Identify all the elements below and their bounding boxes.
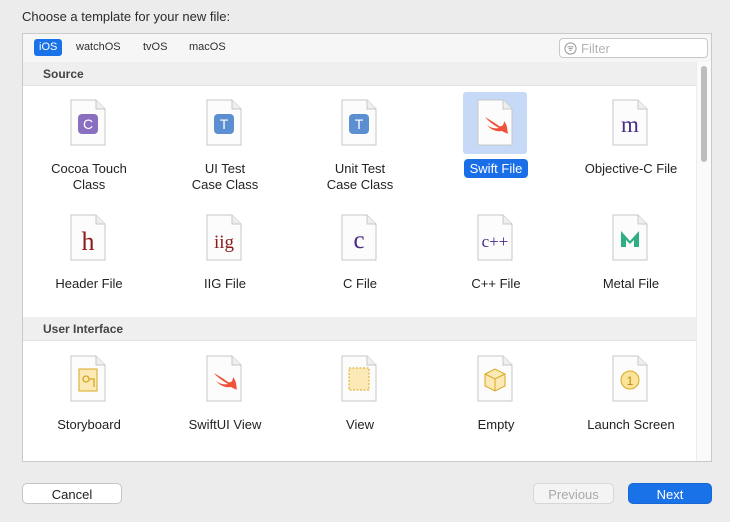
storyboard-icon <box>70 355 106 402</box>
svg-text:c: c <box>353 227 364 254</box>
filter-icon <box>564 42 577 55</box>
previous-button[interactable]: Previous <box>533 483 614 504</box>
unit-test-case-class-icon: T <box>341 99 377 146</box>
svg-text:c++: c++ <box>482 232 509 251</box>
template-item-view[interactable]: View <box>305 348 415 448</box>
template-label: C File <box>343 276 377 291</box>
template-item-empty[interactable]: Empty <box>441 348 551 448</box>
template-label: Metal File <box>602 276 660 291</box>
next-button[interactable]: Next <box>628 483 712 504</box>
template-label: Cocoa Touch Class <box>51 161 127 192</box>
tab-tvos[interactable]: tvOS <box>138 39 172 56</box>
template-item-cpp-file[interactable]: c++ C++ File <box>441 207 551 307</box>
empty-icon <box>477 355 513 402</box>
template-label: Launch Screen <box>587 417 675 432</box>
metal-file-icon <box>612 214 648 261</box>
dialog-heading: Choose a template for your new file: <box>22 9 231 24</box>
template-item-metal-file[interactable]: Metal File <box>576 207 686 307</box>
tab-watchos[interactable]: watchOS <box>71 39 126 56</box>
svg-text:m: m <box>621 112 639 137</box>
template-item-swift-file[interactable]: Swift File <box>441 92 551 192</box>
view-icon <box>341 355 377 402</box>
template-item-header-file[interactable]: h Header File <box>34 207 144 307</box>
tab-macos[interactable]: macOS <box>184 39 231 56</box>
section-header: Source <box>23 62 697 86</box>
launch-screen-icon: 1 <box>612 355 648 402</box>
template-item-c-file[interactable]: c C File <box>305 207 415 307</box>
template-browser: iOS watchOS tvOS macOS Filter Source C Coc… <box>22 33 712 462</box>
filter-input[interactable]: Filter <box>559 38 708 58</box>
template-label: Unit Test Case Class <box>326 161 394 192</box>
template-label: Empty <box>477 417 515 432</box>
filter-placeholder: Filter <box>581 41 610 56</box>
swiftui-view-icon <box>206 355 242 402</box>
section-header: User Interface <box>23 317 697 341</box>
svg-text:h: h <box>82 227 95 256</box>
c-file-icon: c <box>341 214 377 261</box>
cancel-button[interactable]: Cancel <box>22 483 122 504</box>
template-label: Objective-C File <box>584 161 678 176</box>
svg-text:1: 1 <box>627 374 634 388</box>
cpp-file-icon: c++ <box>477 214 513 261</box>
iig-file-icon: iig <box>206 214 242 261</box>
template-label: Storyboard <box>57 417 121 432</box>
template-item-swiftui-view[interactable]: SwiftUI View <box>170 348 280 448</box>
template-item-unit-test-case-class[interactable]: T Unit Test Case Class <box>305 92 415 192</box>
svg-text:T: T <box>355 116 364 132</box>
template-item-storyboard[interactable]: Storyboard <box>34 348 144 448</box>
template-item-objective-c-file[interactable]: m Objective-C File <box>576 92 686 192</box>
swift-file-icon <box>477 99 513 146</box>
template-label: IIG File <box>204 276 246 291</box>
template-label: Swift File <box>441 159 551 178</box>
scrollbar-thumb[interactable] <box>701 66 707 162</box>
header-file-icon: h <box>70 214 106 261</box>
template-item-cocoa-touch-class[interactable]: C Cocoa Touch Class <box>34 92 144 192</box>
template-label: Header File <box>55 276 123 291</box>
ui-test-case-class-icon: T <box>206 99 242 146</box>
svg-text:T: T <box>220 116 229 132</box>
platform-toolbar: iOS watchOS tvOS macOS Filter <box>23 34 711 63</box>
cocoa-touch-class-icon: C <box>70 99 106 146</box>
template-item-ui-test-case-class[interactable]: T UI Test Case Class <box>170 92 280 192</box>
objective-c-file-icon: m <box>612 99 648 146</box>
tab-ios[interactable]: iOS <box>34 39 63 56</box>
template-label: UI Test Case Class <box>191 161 259 192</box>
template-item-iig-file[interactable]: iig IIG File <box>170 207 280 307</box>
template-item-launch-screen[interactable]: 1 Launch Screen <box>576 348 686 448</box>
svg-text:C: C <box>83 116 93 132</box>
template-label: SwiftUI View <box>188 417 262 432</box>
vertical-scrollbar[interactable] <box>696 62 711 461</box>
svg-text:iig: iig <box>214 232 235 253</box>
template-label: C++ File <box>471 276 521 291</box>
template-label: View <box>346 417 374 432</box>
